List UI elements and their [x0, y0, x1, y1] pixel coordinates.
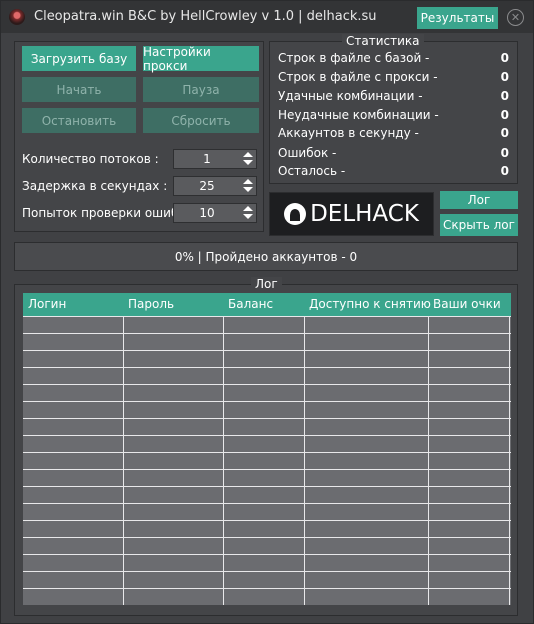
hide-log-button[interactable]: Скрыть лог	[440, 214, 518, 236]
table-row-divider	[23, 367, 511, 368]
table-row-divider	[23, 554, 511, 555]
stat-label: Удачные комбинации -	[278, 89, 423, 103]
pause-button[interactable]: Пауза	[143, 77, 259, 102]
increment-arrow-icon[interactable]	[242, 151, 254, 159]
log-panel: Лог Логин Пароль Баланс Доступно к сняти…	[14, 277, 518, 616]
controls-panel: Загрузить базу Настройки прокси Начать П…	[14, 41, 264, 232]
stat-row: Удачные комбинации - 0	[278, 89, 509, 105]
load-base-button[interactable]: Загрузить базу	[22, 46, 136, 71]
delay-label: Задержка в секундах :	[22, 179, 168, 193]
progress-bar: 0% | Пройдено аккаунтов - 0	[14, 242, 518, 271]
table-column-divider	[123, 316, 124, 605]
stat-label: Осталось -	[278, 164, 346, 178]
stat-label: Неудачные комбинации -	[278, 108, 439, 122]
banner-text: DELHACK	[310, 201, 419, 227]
stat-value: 0	[500, 126, 509, 140]
delay-value: 25	[199, 179, 215, 193]
table-row-divider	[23, 571, 511, 572]
proxy-settings-button[interactable]: Настройки прокси	[143, 45, 259, 73]
table-row-divider	[23, 588, 511, 589]
column-header-balance[interactable]: Баланс	[228, 297, 273, 311]
app-logo-icon	[9, 9, 25, 25]
app-window: Cleopatra.win B&C by HellCrowley v 1.0 |…	[0, 0, 534, 624]
statistics-title: Статистика	[342, 34, 424, 48]
table-row-divider	[23, 520, 511, 521]
window-title: Cleopatra.win B&C by HellCrowley v 1.0 |…	[34, 9, 377, 24]
start-button[interactable]: Начать	[22, 77, 136, 102]
table-row-divider	[23, 418, 511, 419]
log-table[interactable]: Логин Пароль Баланс Доступно к снятию Ва…	[23, 293, 511, 605]
stat-label: Строк в файле с базой -	[278, 51, 430, 65]
stop-button[interactable]: Остановить	[22, 108, 136, 133]
table-row-divider	[23, 333, 511, 334]
delhack-banner[interactable]: DELHACK	[269, 192, 434, 236]
stat-value: 0	[500, 108, 509, 122]
threads-value: 1	[203, 152, 211, 166]
stat-row: Аккаунтов в секунду - 0	[278, 126, 509, 142]
close-icon[interactable]: ✕	[507, 9, 524, 26]
table-row-divider	[23, 350, 511, 351]
stat-row: Строк в файле с базой - 0	[278, 51, 509, 67]
column-header-points[interactable]: Ваши очки	[433, 297, 501, 311]
stat-value: 0	[500, 146, 509, 160]
progress-text: 0% | Пройдено аккаунтов - 0	[174, 249, 358, 264]
table-row-divider	[23, 452, 511, 453]
increment-arrow-icon[interactable]	[242, 205, 254, 213]
decrement-arrow-icon[interactable]	[242, 213, 254, 221]
delay-stepper[interactable]: 25	[173, 176, 257, 196]
retries-stepper[interactable]: 10	[173, 203, 257, 223]
table-row-divider	[23, 469, 511, 470]
column-header-password[interactable]: Пароль	[128, 297, 174, 311]
results-button[interactable]: Результаты	[417, 7, 498, 29]
table-header: Логин Пароль Баланс Доступно к снятию Ва…	[23, 293, 511, 316]
stat-value: 0	[500, 51, 509, 65]
threads-stepper[interactable]: 1	[173, 149, 257, 169]
statistics-panel: Статистика Строк в файле с базой - 0 Стр…	[269, 34, 518, 184]
table-row-divider	[23, 435, 511, 436]
column-header-login[interactable]: Логин	[28, 297, 66, 311]
title-bar[interactable]: Cleopatra.win B&C by HellCrowley v 1.0 |…	[1, 1, 533, 33]
stat-label: Строк в файле с прокси -	[278, 70, 438, 84]
table-column-divider	[223, 316, 224, 605]
table-row-divider	[23, 316, 511, 317]
stat-row: Осталось - 0	[278, 164, 509, 180]
stat-row: Строк в файле с прокси - 0	[278, 70, 509, 86]
table-column-divider	[509, 316, 510, 605]
column-header-withdrawable[interactable]: Доступно к снятию	[309, 297, 431, 311]
table-grid	[23, 316, 511, 605]
table-row-divider	[23, 537, 511, 538]
log-button[interactable]: Лог	[440, 191, 518, 209]
table-column-divider	[428, 316, 429, 605]
stat-value: 0	[500, 89, 509, 103]
stat-label: Аккаунтов в секунду -	[278, 126, 419, 140]
table-row-divider	[23, 486, 511, 487]
stat-value: 0	[500, 70, 509, 84]
table-row-divider	[23, 384, 511, 385]
retries-value: 10	[199, 206, 215, 220]
threads-label: Количество потоков :	[22, 152, 159, 166]
stat-row: Неудачные комбинации - 0	[278, 108, 509, 124]
table-row-divider	[23, 401, 511, 402]
stat-row: Ошибок - 0	[278, 146, 509, 162]
increment-arrow-icon[interactable]	[242, 178, 254, 186]
decrement-arrow-icon[interactable]	[242, 186, 254, 194]
table-row-divider	[23, 503, 511, 504]
log-title: Лог	[251, 277, 282, 291]
decrement-arrow-icon[interactable]	[242, 159, 254, 167]
stat-label: Ошибок -	[278, 146, 337, 160]
user-silhouette-icon	[284, 203, 307, 225]
stat-value: 0	[500, 164, 509, 178]
table-column-divider	[304, 316, 305, 605]
reset-button[interactable]: Сбросить	[143, 108, 259, 133]
